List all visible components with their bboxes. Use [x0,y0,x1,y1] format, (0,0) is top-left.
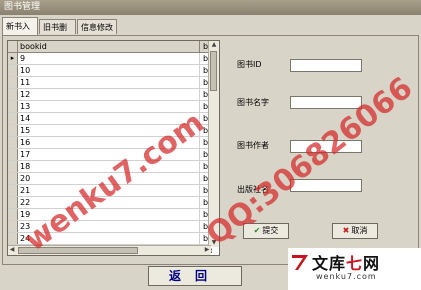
cell-bookid[interactable]: 15 [18,125,200,136]
table-row[interactable]: 15bookr [8,125,212,137]
vertical-scrollbar[interactable]: ▲ ▼ [208,41,219,247]
row-indicator [8,209,18,220]
table-row[interactable]: 18bookr [8,161,212,173]
logo-icon [292,255,308,270]
row-indicator [8,173,18,184]
row-indicator [8,161,18,172]
row-indicator [8,125,18,136]
table-row[interactable]: ▸9bo [8,53,212,65]
book-id-label: 图书ID [237,60,262,69]
row-indicator [8,101,18,112]
book-id-field[interactable] [290,59,362,72]
table-row[interactable]: 14bookr [8,113,212,125]
cell-bookid[interactable]: 20 [18,173,200,184]
scroll-left-icon[interactable]: ◀ [8,246,16,254]
table-row[interactable]: 23bookr [8,221,212,233]
scroll-up-icon[interactable]: ▲ [210,41,218,49]
book-author-field[interactable] [290,140,362,153]
table-row[interactable]: 20bookr [8,173,212,185]
brand-name: 文库七网 [312,254,381,273]
tab-new-book[interactable]: 新书入库 [2,17,38,49]
table-row[interactable]: 11bookr [8,77,212,89]
cell-bookid[interactable]: 13 [18,101,200,112]
cell-bookid[interactable]: 12 [18,89,200,100]
submit-button-label: 提交 [262,226,279,235]
cancel-button[interactable]: ✖ 取消 [332,223,378,239]
table-row[interactable]: 17bookr [8,149,212,161]
cell-bookid[interactable]: 14 [18,113,200,124]
row-indicator [8,65,18,76]
publisher-label: 出版社名 [237,185,269,194]
table-row[interactable]: 19bookr [8,209,212,221]
scroll-right-icon[interactable]: ▶ [203,246,211,254]
row-indicator [8,77,18,88]
row-indicator [8,197,18,208]
row-indicator [8,149,18,160]
cell-bookid[interactable]: 22 [18,197,200,208]
cell-bookid[interactable]: 9 [18,53,200,64]
row-indicator [8,233,18,244]
window-title: 图书管理 [0,0,421,15]
tab-delete-book[interactable]: 旧书删除 [39,19,76,47]
cell-bookid[interactable]: 11 [18,77,200,88]
row-indicator [8,89,18,100]
book-author-label: 图书作者 [237,141,269,150]
submit-button[interactable]: ✔ 提交 [243,223,289,239]
book-name-label: 图书名字 [237,98,269,107]
grid-header: bookid bookn [8,41,219,53]
grid-rows: ▸9bo10bookr11bookr12bookr13bookr14bookr1… [8,53,212,255]
table-row[interactable]: 22bookr [8,197,212,209]
scroll-down-icon[interactable]: ▼ [210,239,218,247]
brand-url: wenku7.com [316,272,377,281]
book-grid[interactable]: bookid bookn ▸9bo10bookr11bookr12bookr13… [7,40,220,256]
site-logo: 文库七网 wenku7.com [288,248,421,290]
cell-bookid[interactable]: 17 [18,149,200,160]
horizontal-scroll-thumb[interactable] [18,247,138,254]
cell-bookid[interactable]: 18 [18,161,200,172]
horizontal-scrollbar[interactable]: ◀ ▶ [8,245,211,255]
tab-edit-info[interactable]: 信息修改 [77,19,117,34]
tab-panel: bookid bookn ▸9bo10bookr11bookr12bookr13… [2,35,419,265]
vertical-scroll-thumb[interactable] [210,51,217,91]
table-row[interactable]: 16bookr [8,137,212,149]
cell-bookid[interactable]: 23 [18,221,200,232]
table-row[interactable]: 12bookr [8,89,212,101]
row-indicator: ▸ [8,53,18,64]
table-row[interactable]: 24bookr [8,233,212,245]
cancel-button-label: 取消 [351,226,368,235]
table-row[interactable]: 13bookr [8,101,212,113]
column-header-bookid[interactable]: bookid [18,41,200,52]
cell-bookid[interactable]: 16 [18,137,200,148]
table-row[interactable]: 21bookr [8,185,212,197]
row-indicator [8,113,18,124]
header-indicator [8,41,18,52]
back-button[interactable]: 返回 [148,266,242,286]
row-indicator [8,137,18,148]
row-indicator [8,221,18,232]
row-indicator [8,185,18,196]
main-window: 图书管理 新书入库 旧书删除 信息修改 bookid bookn ▸9bo10b… [0,0,421,290]
cell-bookid[interactable]: 19 [18,209,200,220]
cell-bookid[interactable]: 24 [18,233,200,244]
cell-bookid[interactable]: 10 [18,65,200,76]
cell-bookid[interactable]: 21 [18,185,200,196]
publisher-field[interactable] [290,179,362,192]
check-icon: ✔ [253,226,261,235]
table-row[interactable]: 10bookr [8,65,212,77]
book-name-field[interactable] [290,96,362,109]
cross-icon: ✖ [342,226,350,235]
